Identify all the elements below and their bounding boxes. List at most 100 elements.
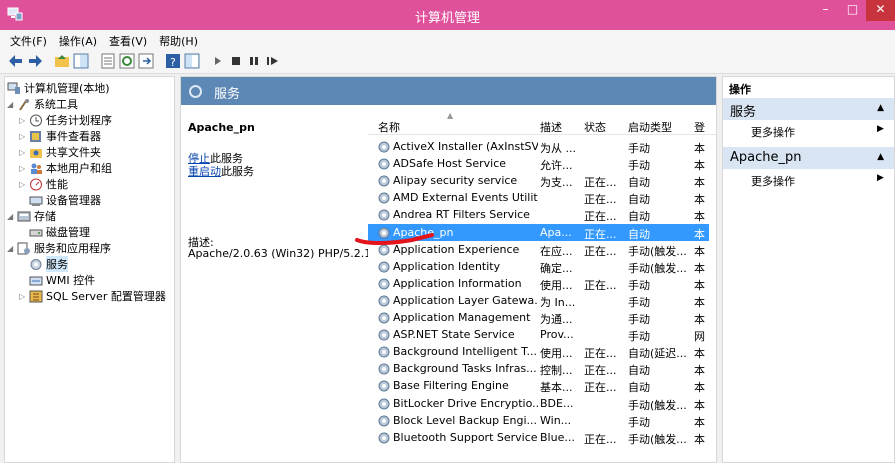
selected-service-name: Apache_pn	[188, 121, 255, 134]
help-icon[interactable]: ?	[165, 53, 181, 69]
service-name: ADSafe Host Service	[393, 157, 507, 171]
service-name: Bluetooth Support Service	[393, 430, 538, 444]
properties-icon[interactable]	[100, 53, 116, 69]
service-name: BitLocker Drive Encryptio...	[393, 396, 538, 410]
service-gear-icon	[378, 329, 390, 341]
expand-arrow-icon[interactable]: ▷	[19, 132, 29, 141]
tree-task-scheduler[interactable]: ▷ 任务计划程序	[19, 112, 112, 128]
tree-local-users[interactable]: ▷ 本地用户和组	[19, 160, 112, 176]
service-logon: 本	[694, 364, 705, 378]
tree-disk-management[interactable]: 磁盘管理	[29, 224, 90, 240]
service-name: Alipay security service	[393, 174, 518, 188]
service-row[interactable]: Base Filtering Engine 基本... 正在... 自动 本	[368, 377, 709, 394]
tree-computer-management[interactable]: 计算机管理(本地)	[7, 80, 110, 96]
service-row[interactable]: ASP.NET State Service Prov... 手动 网	[368, 326, 709, 343]
collapse-arrow-icon[interactable]: ◢	[7, 244, 17, 253]
show-tree-icon[interactable]	[73, 53, 89, 69]
service-row[interactable]: BitLocker Drive Encryptio... BDE... 手动(触发.…	[368, 395, 709, 412]
expand-arrow-icon[interactable]: ▷	[19, 292, 29, 301]
service-row[interactable]: Block Level Backup Engi... Win... 手动 本	[368, 412, 709, 429]
resume-icon[interactable]	[266, 53, 280, 69]
play-icon[interactable]	[212, 53, 224, 69]
clock-icon	[29, 114, 43, 127]
service-logon: 本	[694, 398, 705, 412]
more-actions-apache[interactable]: 更多操作 ▶	[751, 173, 884, 189]
more-actions-services[interactable]: 更多操作 ▶	[751, 124, 884, 140]
section-title: Apache_pn	[730, 150, 802, 165]
tree-services[interactable]: 服务	[29, 256, 68, 272]
restart-link[interactable]: 重启动	[188, 165, 221, 178]
column-name[interactable]: 名称	[378, 119, 400, 135]
tree-system-tools[interactable]: ◢ 系统工具	[7, 96, 78, 112]
tree-storage[interactable]: ◢ 存储	[7, 208, 56, 224]
service-row[interactable]: ADSafe Host Service 允许... 手动 本	[368, 155, 709, 172]
service-row[interactable]: Background Tasks Infras... 控制... 正在... 自动 本	[368, 360, 709, 377]
service-name: Base Filtering Engine	[393, 379, 509, 393]
stop-icon[interactable]	[230, 53, 242, 69]
service-logon: 网	[694, 330, 705, 344]
service-name: ASP.NET State Service	[393, 328, 515, 342]
service-startup-type: 手动	[628, 278, 650, 292]
up-icon[interactable]	[54, 53, 70, 69]
view-icon[interactable]	[184, 53, 200, 69]
service-status: 正在...	[584, 176, 617, 190]
service-gear-icon	[378, 227, 390, 238]
tree-wmi-control[interactable]: WMI 控件	[29, 272, 95, 288]
service-row[interactable]: Application Information 使用... 正在... 手动 本	[368, 275, 709, 292]
service-description: 使用...	[540, 347, 573, 361]
tree-event-viewer[interactable]: ▷ 事件查看器	[19, 128, 101, 144]
column-status[interactable]: 状态	[584, 119, 606, 135]
service-row[interactable]: Application Management 为通... 手动 本	[368, 309, 709, 326]
service-row[interactable]: Application Layer Gatewa... 为 In... 手动 本	[368, 292, 709, 309]
service-row[interactable]: ActiveX Installer (AxInstSV) 为从 ... 手动 本	[368, 138, 709, 155]
column-startup-type[interactable]: 启动类型	[628, 119, 672, 135]
service-name: Apache_pn	[393, 225, 454, 239]
service-row[interactable]: Bluetooth Support Service Blue... 正在... 手动(…	[368, 429, 709, 446]
service-description: 控制...	[540, 364, 573, 378]
expand-arrow-icon[interactable]: ▷	[19, 116, 29, 125]
service-row[interactable]: AMD External Events Utility 正在... 自动 本	[368, 189, 709, 206]
tree-sql-server-config[interactable]: ▷ SQL Server 配置管理器	[19, 288, 166, 304]
service-gear-icon	[378, 244, 390, 256]
tree-performance[interactable]: ▷ 性能	[19, 176, 68, 192]
tree-services-and-applications[interactable]: ◢ 服务和应用程序	[7, 240, 111, 256]
tree-shared-folders[interactable]: ▷ 共享文件夹	[19, 144, 101, 160]
back-icon[interactable]	[8, 53, 24, 69]
column-description[interactable]: 描述	[540, 119, 562, 135]
close-button[interactable]: ✕	[866, 0, 895, 21]
service-row[interactable]: Apache_pn Apa... 正在... 自动 本	[368, 223, 709, 241]
folder-icon	[29, 146, 43, 159]
service-status: 正在...	[584, 193, 617, 207]
column-logon[interactable]: 登	[694, 119, 705, 135]
service-row[interactable]: Application Identity 确定... 手动(触发... 本	[368, 258, 709, 275]
actions-section-services[interactable]: 服务 ▲	[723, 98, 894, 120]
actions-section-apache[interactable]: Apache_pn ▲	[723, 147, 894, 169]
pause-icon[interactable]	[248, 53, 260, 69]
collapse-caret-icon[interactable]: ▲	[877, 152, 884, 162]
refresh-icon[interactable]	[119, 53, 135, 69]
minimize-button[interactable]: –	[812, 0, 839, 21]
service-row[interactable]: Application Experience 在应... 正在... 手动(触发...…	[368, 241, 709, 258]
tree-device-manager[interactable]: 设备管理器	[29, 192, 101, 208]
navigation-tree: 计算机管理(本地) ◢ 系统工具 ▷ 任务计划程序 ▷ 事件查看器 ▷ 共享文件…	[4, 76, 175, 463]
service-gear-icon	[378, 312, 390, 324]
menu-help[interactable]: 帮助(H)	[153, 30, 204, 48]
service-row[interactable]: Andrea RT Filters Service 正在... 自动 本	[368, 206, 709, 223]
export-icon[interactable]	[138, 53, 154, 69]
collapse-arrow-icon[interactable]: ◢	[7, 100, 17, 109]
menu-file[interactable]: 文件(F)	[4, 30, 53, 48]
maximize-button[interactable]: □	[839, 0, 866, 21]
service-row[interactable]: Alipay security service 为支... 正在... 自动 本	[368, 172, 709, 189]
menu-action[interactable]: 操作(A)	[53, 30, 103, 48]
service-row[interactable]: Background Intelligent T... 使用... 正在... 自动(…	[368, 343, 709, 360]
menu-view[interactable]: 查看(V)	[103, 30, 153, 48]
expand-arrow-icon[interactable]: ▷	[19, 180, 29, 189]
event-icon	[29, 130, 43, 143]
service-startup-type: 手动	[628, 313, 650, 326]
collapse-caret-icon[interactable]: ▲	[877, 103, 884, 113]
collapse-arrow-icon[interactable]: ◢	[7, 212, 17, 221]
service-startup-type: 自动	[628, 364, 650, 378]
forward-icon[interactable]	[27, 53, 43, 69]
expand-arrow-icon[interactable]: ▷	[19, 148, 29, 157]
expand-arrow-icon[interactable]: ▷	[19, 164, 29, 173]
